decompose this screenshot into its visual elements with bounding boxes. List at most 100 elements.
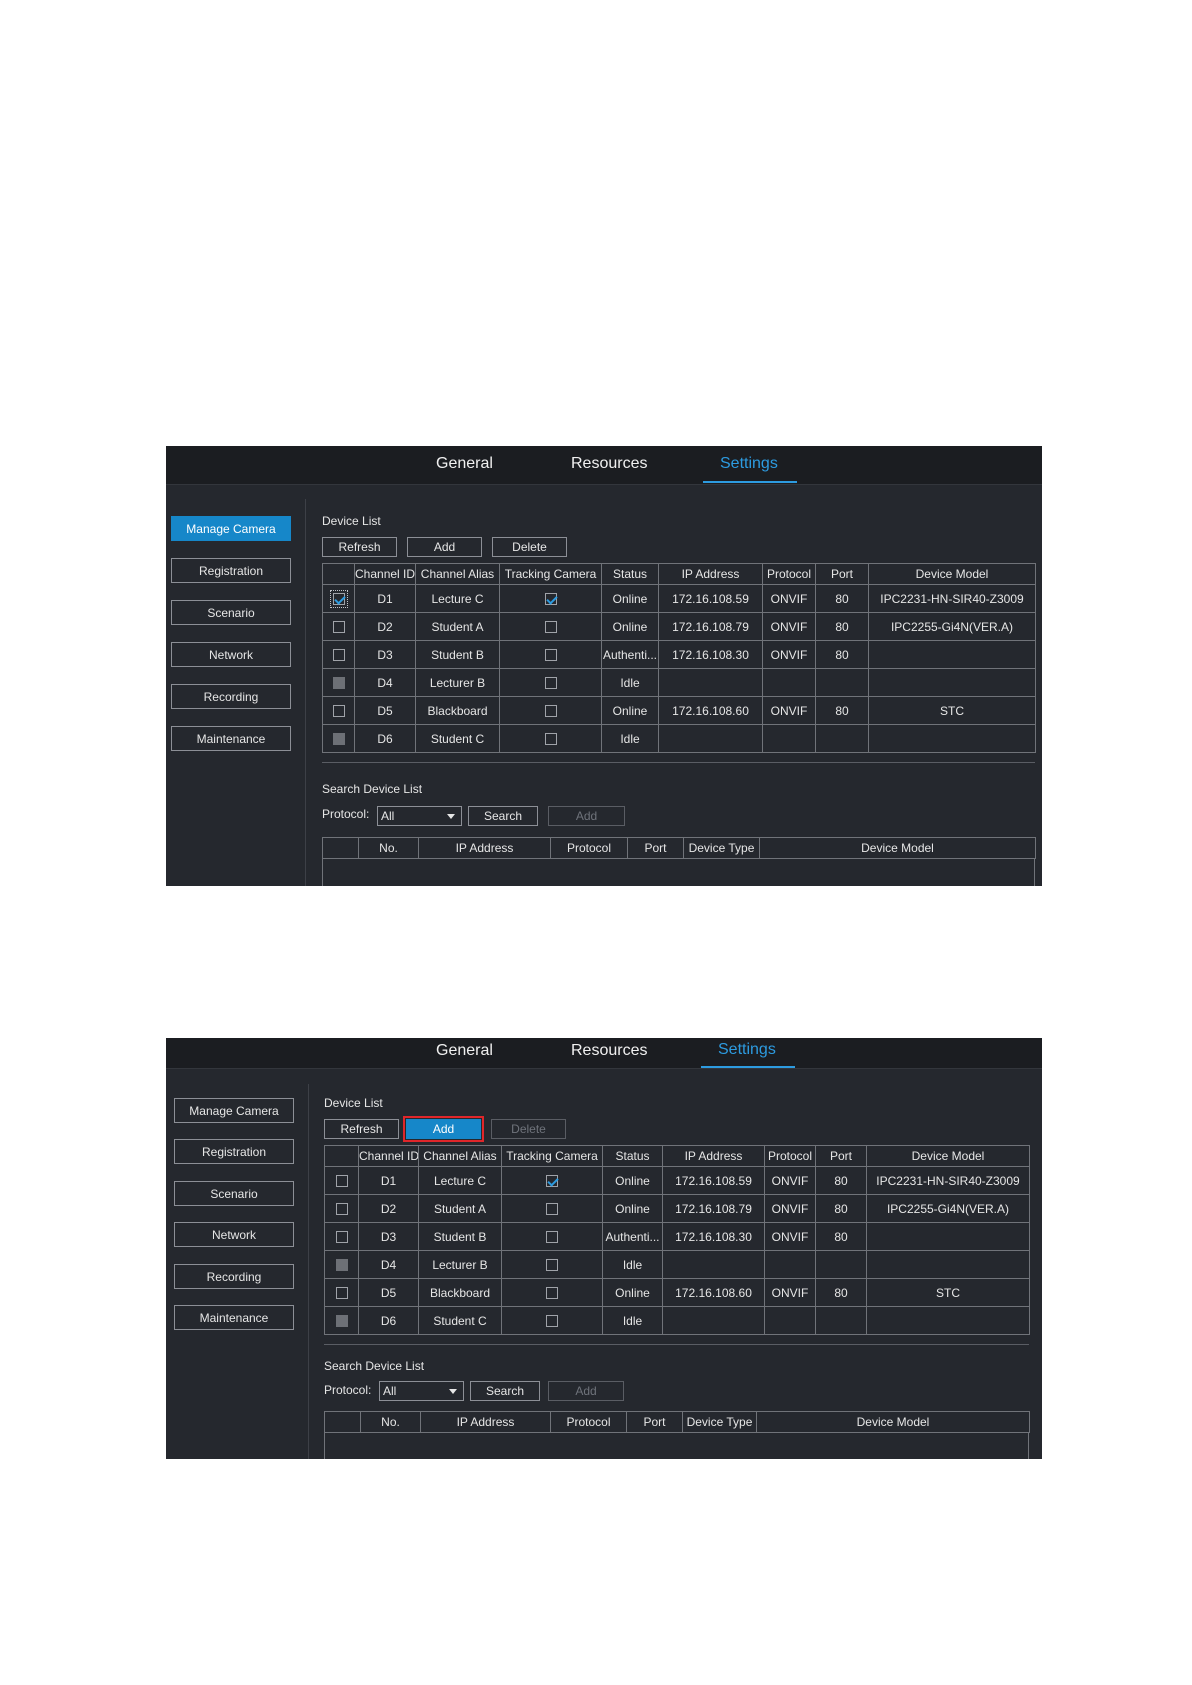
add-button[interactable]: Add [403, 1116, 484, 1142]
row-select-cell[interactable] [322, 612, 355, 641]
refresh-button[interactable]: Refresh [322, 537, 397, 557]
row-select-cell[interactable] [322, 584, 355, 613]
tracking-cell[interactable] [499, 612, 602, 641]
col-protocol[interactable]: Protocol [764, 1145, 816, 1167]
col-channel-id[interactable]: Channel ID [358, 1145, 419, 1167]
col-port[interactable]: Port [815, 563, 869, 585]
search-add-button[interactable]: Add [548, 806, 625, 826]
col-device-model[interactable]: Device Model [866, 1145, 1030, 1167]
col-ip-address[interactable]: IP Address [662, 1145, 765, 1167]
tracking-checkbox[interactable] [544, 649, 557, 662]
col-port[interactable]: Port [627, 837, 684, 859]
tracking-cell[interactable] [501, 1306, 603, 1335]
row-select-cell[interactable] [322, 640, 355, 669]
col-status[interactable]: Status [602, 1145, 663, 1167]
tracking-cell[interactable] [501, 1278, 603, 1307]
col-port[interactable]: Port [815, 1145, 867, 1167]
row-checkbox[interactable] [335, 1231, 348, 1244]
refresh-button[interactable]: Refresh [324, 1119, 399, 1139]
col-protocol[interactable]: Protocol [550, 837, 628, 859]
tab-settings[interactable]: Settings [718, 1041, 776, 1059]
tab-settings[interactable]: Settings [720, 455, 778, 473]
tracking-cell[interactable] [501, 1194, 603, 1223]
row-select-cell[interactable] [324, 1306, 359, 1335]
table-row[interactable]: D4 Lecturer B Idle [322, 668, 1036, 697]
col-no[interactable]: No. [360, 1411, 421, 1433]
col-port[interactable]: Port [626, 1411, 683, 1433]
table-row[interactable]: D1 Lecture C Online 172.16.108.59 ONVIF … [322, 584, 1036, 613]
tab-general[interactable]: General [436, 1042, 493, 1060]
tracking-checkbox[interactable] [544, 705, 557, 718]
col-ip-address[interactable]: IP Address [658, 563, 763, 585]
col-device-type[interactable]: Device Type [682, 1411, 757, 1433]
tracking-cell[interactable] [499, 724, 602, 753]
table-row[interactable]: D5 Blackboard Online 172.16.108.60 ONVIF… [322, 696, 1036, 725]
tracking-cell[interactable] [499, 584, 602, 613]
table-row[interactable]: D5 Blackboard Online 172.16.108.60 ONVIF… [324, 1278, 1030, 1307]
col-status[interactable]: Status [601, 563, 659, 585]
col-no[interactable]: No. [358, 837, 419, 859]
table-row[interactable]: D1 Lecture C Online 172.16.108.59 ONVIF … [324, 1166, 1030, 1195]
row-checkbox[interactable] [335, 1203, 348, 1216]
sidebar-scenario[interactable]: Scenario [174, 1181, 294, 1206]
delete-button[interactable]: Delete [491, 1119, 566, 1139]
tracking-cell[interactable] [501, 1250, 603, 1279]
search-button[interactable]: Search [470, 1381, 540, 1401]
col-device-model[interactable]: Device Model [756, 1411, 1030, 1433]
row-select-cell[interactable] [324, 1278, 359, 1307]
row-checkbox[interactable] [332, 649, 345, 662]
table-row[interactable]: D2 Student A Online 172.16.108.79 ONVIF … [322, 612, 1036, 641]
tracking-cell[interactable] [499, 640, 602, 669]
tracking-cell[interactable] [501, 1222, 603, 1251]
tracking-checkbox[interactable] [546, 1259, 558, 1272]
protocol-select[interactable]: All [379, 1381, 464, 1401]
sidebar-network[interactable]: Network [174, 1222, 294, 1247]
row-checkbox[interactable] [335, 1287, 348, 1300]
sidebar-recording[interactable]: Recording [174, 1264, 294, 1289]
tracking-checkbox[interactable] [544, 593, 557, 606]
col-channel-id[interactable]: Channel ID [354, 563, 416, 585]
sidebar-network[interactable]: Network [171, 642, 291, 667]
sidebar-manage-camera[interactable]: Manage Camera [171, 516, 291, 541]
row-checkbox[interactable] [329, 590, 348, 609]
sidebar-registration[interactable]: Registration [174, 1139, 294, 1164]
tracking-cell[interactable] [501, 1166, 603, 1195]
col-channel-alias[interactable]: Channel Alias [418, 1145, 502, 1167]
tracking-checkbox[interactable] [546, 1203, 558, 1216]
sidebar-recording[interactable]: Recording [171, 684, 291, 709]
row-select-cell[interactable] [324, 1194, 359, 1223]
tracking-checkbox[interactable] [544, 621, 557, 634]
table-row[interactable]: D2 Student A Online 172.16.108.79 ONVIF … [324, 1194, 1030, 1223]
tracking-checkbox[interactable] [546, 1231, 558, 1244]
tracking-cell[interactable] [499, 696, 602, 725]
search-add-button[interactable]: Add [548, 1381, 624, 1401]
tracking-checkbox[interactable] [546, 1175, 558, 1188]
sidebar-maintenance[interactable]: Maintenance [171, 726, 291, 751]
tab-resources[interactable]: Resources [571, 1042, 647, 1060]
table-row[interactable]: D3 Student B Authenti... 172.16.108.30 O… [324, 1222, 1030, 1251]
col-channel-alias[interactable]: Channel Alias [415, 563, 500, 585]
tracking-checkbox[interactable] [544, 733, 557, 746]
row-checkbox[interactable] [335, 1175, 348, 1188]
tracking-checkbox[interactable] [546, 1315, 558, 1328]
sidebar-registration[interactable]: Registration [171, 558, 291, 583]
table-row[interactable]: D6 Student C Idle [324, 1306, 1030, 1335]
tab-general[interactable]: General [436, 455, 493, 473]
row-select-cell[interactable] [324, 1222, 359, 1251]
row-select-cell[interactable] [324, 1166, 359, 1195]
protocol-select[interactable]: All [377, 806, 462, 826]
row-select-cell[interactable] [324, 1250, 359, 1279]
row-select-cell[interactable] [322, 696, 355, 725]
col-tracking-camera[interactable]: Tracking Camera [501, 1145, 603, 1167]
row-checkbox[interactable] [332, 621, 345, 634]
col-protocol[interactable]: Protocol [762, 563, 816, 585]
table-row[interactable]: D6 Student C Idle [322, 724, 1036, 753]
col-tracking-camera[interactable]: Tracking Camera [499, 563, 602, 585]
col-device-model[interactable]: Device Model [868, 563, 1036, 585]
search-button[interactable]: Search [468, 806, 538, 826]
tracking-checkbox[interactable] [546, 1287, 558, 1300]
tracking-cell[interactable] [499, 668, 602, 697]
delete-button[interactable]: Delete [492, 537, 567, 557]
col-device-type[interactable]: Device Type [683, 837, 760, 859]
sidebar-manage-camera[interactable]: Manage Camera [174, 1098, 294, 1123]
